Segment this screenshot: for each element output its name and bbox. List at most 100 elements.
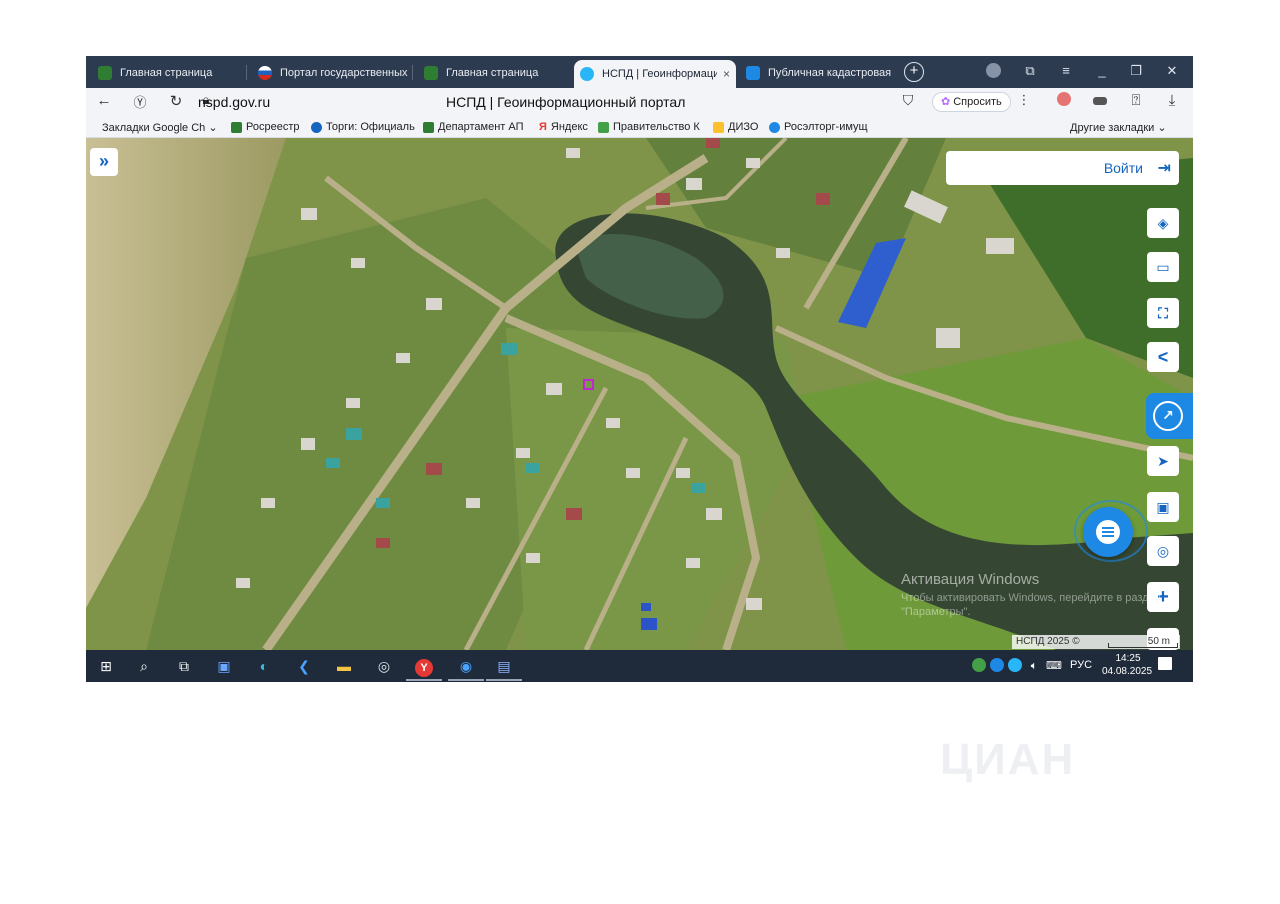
bookmarks-bar: Закладки Google Ch ⌄ Росреестр Торги: Оф… — [86, 116, 1193, 138]
bookmark-torgi[interactable]: Торги: Официаль — [311, 121, 415, 133]
bookmark-label: Закладки Google Ch — [102, 121, 206, 134]
rosreestr-favicon-icon — [424, 65, 438, 80]
sparkle-icon: ✿ — [941, 96, 951, 108]
satellite-map[interactable]: » Войти ⇥ ◈ ▭ ⛶ < ↗ ➤ ▣ ◎ + Активация Wi… — [86, 138, 1193, 650]
login-button[interactable]: Войти ⇥ — [946, 151, 1179, 185]
bookmark-label: Торги: Официаль — [326, 121, 415, 133]
restore-icon[interactable]: ❐ — [1126, 63, 1146, 79]
bookmark-label: Департамент АП — [438, 121, 524, 133]
reload-icon[interactable]: ↻ — [166, 92, 186, 110]
tab-glavnaya-2[interactable]: Главная страница — [418, 59, 568, 86]
layers-icon[interactable]: ◈ — [1147, 208, 1179, 238]
tab-gosuslugi[interactable]: Портал государственных — [252, 59, 408, 86]
window-app-icon[interactable]: ▤ — [494, 656, 514, 676]
collections-icon[interactable]: ⍰ — [1126, 92, 1146, 109]
tray-shield-icon[interactable] — [990, 658, 1004, 672]
bookmark-icon[interactable]: ⛉ — [898, 92, 918, 109]
address-bar: ← Ⓨ ↻ 🔒︎ nspd.gov.ru НСПД | Геоинформаци… — [86, 88, 1193, 116]
bookmark-roseltorg[interactable]: Росэлторг-имущ — [769, 121, 868, 133]
language-indicator[interactable]: РУС — [1070, 659, 1092, 671]
arrow-app-icon[interactable]: ❮ — [294, 656, 314, 676]
edge-icon[interactable]: ◐ — [254, 656, 274, 676]
clock-time[interactable]: 14:25 — [1108, 653, 1148, 664]
bookmark-departament[interactable]: Департамент АП — [423, 121, 524, 133]
task-view-icon[interactable]: ⧉ — [174, 656, 194, 676]
bookmark-yandex[interactable]: Я Яндекс — [539, 121, 588, 133]
departament-icon — [423, 121, 434, 133]
ask-button[interactable]: ✿ Спросить — [932, 92, 1011, 112]
active-app-indicator — [406, 679, 442, 681]
ask-label: Спросить — [953, 96, 1002, 108]
tab-separator — [246, 65, 247, 80]
bookmark-other[interactable]: Другие закладки ⌄ — [1070, 121, 1167, 135]
select-area-icon[interactable]: ⛶ — [1147, 298, 1179, 328]
tab-label: Публичная кадастровая — [768, 66, 892, 79]
back-icon[interactable]: ← — [94, 92, 114, 109]
close-tab-icon[interactable]: × — [723, 67, 730, 81]
windows-taskbar: ⊞ ⌕ ⧉ ▣ ◐ ❮ ▬ ◎ Y ◉ ▤ 🔈︎ ⌨ РУС 14:25 04.… — [86, 650, 1193, 682]
minimize-icon[interactable]: _ — [1092, 63, 1112, 78]
page-title: НСПД | Геоинформационный портал — [446, 94, 686, 110]
yandex-icon[interactable]: Ⓨ — [130, 92, 150, 111]
notifications-icon[interactable] — [1158, 657, 1172, 670]
map-copyright: НСПД 2025 © — [1016, 636, 1080, 647]
bookmark-pravitelstvo[interactable]: Правительство К — [598, 121, 700, 133]
torgi-icon — [311, 121, 322, 133]
tray-green-icon[interactable] — [972, 658, 986, 672]
gosuslugi-favicon-icon — [258, 65, 272, 80]
minimap-icon[interactable]: ▣ — [1147, 492, 1179, 522]
app-indicator — [486, 679, 522, 681]
bookmark-label: Другие закладки — [1070, 121, 1155, 134]
save-app-icon[interactable]: ▣ — [214, 656, 234, 676]
tray-network-icon[interactable] — [1008, 658, 1022, 672]
close-window-icon[interactable]: ✕ — [1162, 63, 1182, 79]
windows-start-icon[interactable]: ⊞ — [96, 656, 116, 676]
download-icon[interactable]: ⤓ — [1162, 92, 1182, 109]
ruler-icon[interactable]: ▭ — [1147, 252, 1179, 282]
file-explorer-icon[interactable]: ▬ — [334, 656, 354, 676]
geolocate-icon[interactable]: ◎ — [1147, 536, 1179, 566]
yandex-browser-icon[interactable]: Y — [414, 656, 434, 677]
gosuslugi-feedback-button[interactable]: ↗ — [1146, 393, 1193, 439]
bookmark-label: Яндекс — [550, 121, 588, 133]
bookmark-rosreestr[interactable]: Росреестр — [231, 121, 299, 133]
tab-nspd[interactable]: НСПД | Геоинформаци × — [574, 60, 736, 88]
browser-window: Главная страница Портал государственных … — [86, 56, 1193, 682]
bookmark-google[interactable]: Закладки Google Ch ⌄ — [102, 121, 218, 135]
volume-icon[interactable]: 🔈︎ — [1024, 656, 1044, 676]
tab-kadastr[interactable]: Публичная кадастровая — [740, 59, 896, 86]
messenger-icon[interactable]: ◉ — [456, 656, 476, 676]
login-icon: ⇥ — [1157, 160, 1171, 177]
tab-strip: Главная страница Портал государственных … — [86, 56, 1193, 88]
scale-bar: НСПД 2025 © 50 m — [1012, 635, 1180, 649]
keyboard-icon[interactable]: ⌨ — [1044, 656, 1064, 676]
expand-panel-button[interactable]: » — [90, 148, 118, 176]
profile-icon[interactable] — [983, 63, 1003, 81]
pravitelstvo-icon — [598, 121, 609, 133]
extension-icon[interactable] — [1054, 92, 1074, 110]
rosreestr-icon — [231, 121, 242, 133]
search-icon[interactable]: ⌕ — [134, 656, 154, 676]
new-tab-button[interactable]: + — [904, 62, 924, 82]
chevron-down-icon: ⌄ — [1157, 122, 1167, 134]
extension-2-icon[interactable] — [1090, 92, 1110, 109]
more-icon[interactable]: ⋮ — [1014, 92, 1034, 108]
windows-activation-text: Чтобы активировать Windows, перейдите в … — [901, 592, 1161, 618]
bookmark-dizo[interactable]: ДИЗО — [713, 121, 758, 133]
tab-label: Портал государственных — [280, 66, 408, 79]
windows-activation-title: Активация Windows — [901, 571, 1040, 588]
tab-label: НСПД | Геоинформаци — [602, 68, 717, 80]
tab-list-icon[interactable]: ⧉ — [1020, 63, 1040, 79]
share-icon[interactable]: < — [1147, 342, 1179, 372]
tab-glavnaya-1[interactable]: Главная страница — [92, 59, 242, 86]
cian-watermark: ЦИАН — [940, 735, 1076, 784]
chat-button[interactable] — [1083, 507, 1133, 557]
clock-date[interactable]: 04.08.2025 — [1099, 666, 1155, 677]
menu-icon[interactable]: ≡ — [1056, 63, 1076, 78]
yandex-icon: Я — [539, 121, 547, 133]
bookmark-label: ДИЗО — [728, 121, 759, 133]
navigate-icon[interactable]: ➤ — [1147, 446, 1179, 476]
target-app-icon[interactable]: ◎ — [374, 656, 394, 676]
url-field[interactable]: nspd.gov.ru — [198, 94, 270, 110]
bookmark-label: Росэлторг-имущ — [784, 121, 868, 133]
